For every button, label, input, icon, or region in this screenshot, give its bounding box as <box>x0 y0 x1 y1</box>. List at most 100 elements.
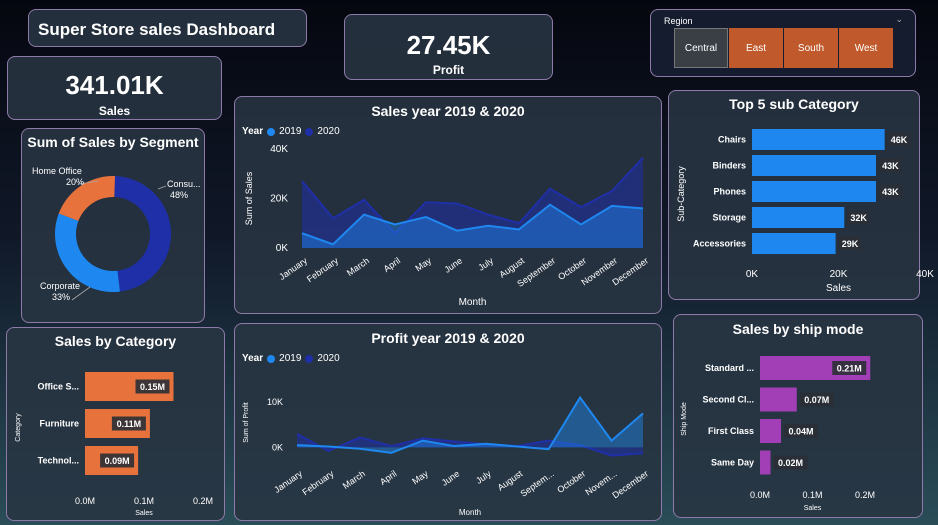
shipmode-category-label: Same Day <box>711 458 754 468</box>
shipmode-bar-3 <box>760 450 771 475</box>
segment-label-pct-0: 48% <box>170 190 188 200</box>
subcat-bar-1 <box>752 155 876 176</box>
profit-year-xtick: April <box>378 468 398 487</box>
shipmode-card: Sales by ship mode Standard ... 0.21M Seco… <box>673 314 923 518</box>
subcat-data-label: 43K <box>882 161 899 171</box>
shipmode-data-label: 0.02M <box>778 458 803 468</box>
shipmode-xtick: 0.0M <box>750 490 770 500</box>
sales-year-xtick: July <box>476 255 495 273</box>
category-xtick: 0.2M <box>193 496 213 506</box>
profit-year-chart: 0K 10K JanuaryFebruary March April May June Jul… <box>243 395 650 517</box>
category-xtick: 0.1M <box>134 496 154 506</box>
profit-year-xtick: March <box>341 468 367 491</box>
profit-year-xtick: July <box>474 468 493 486</box>
category-data-label: 0.09M <box>105 456 130 466</box>
sales-year-chart: 0K 20K 40K JanuaryFebruary March April May June… <box>244 144 650 308</box>
sales-year-ytick: 40K <box>270 144 288 155</box>
category-category-label: Furniture <box>40 419 80 429</box>
subcat-bar-chart: Chairs 46K Binders 43K Phones 43K Storage 32K Ac… <box>676 129 934 294</box>
profit-year-xtick: February <box>300 468 336 497</box>
subcat-category-label: Binders <box>712 161 746 171</box>
kpi-sales-label: Sales <box>98 104 131 118</box>
subcat-xlabel: Sales <box>826 283 851 294</box>
subcat-category-label: Storage <box>712 213 746 223</box>
segment-label-pct-1: 33% <box>52 292 70 302</box>
subcat-bar-4 <box>752 233 836 254</box>
sales-year-xtick: June <box>442 255 464 274</box>
category-category-label: Technol... <box>38 456 79 466</box>
region-option-south[interactable]: South <box>784 28 838 68</box>
subcat-data-label: 29K <box>842 239 859 249</box>
kpi-sales-card: 341.01K Sales <box>7 56 222 120</box>
subcat-bar-0 <box>752 129 885 150</box>
sales-year-xtick: January <box>277 255 309 282</box>
region-option-west[interactable]: West <box>839 28 893 68</box>
shipmode-data-label: 0.21M <box>837 364 862 374</box>
shipmode-bar-1 <box>760 387 797 412</box>
sales-year-xtick: March <box>345 255 371 278</box>
region-option-central[interactable]: Central <box>674 28 728 68</box>
subcat-category-label: Chairs <box>718 135 746 145</box>
category-xtick: 0.0M <box>75 496 95 506</box>
dashboard-title: Super Store sales Dashboard <box>38 20 276 39</box>
shipmode-bar-2 <box>760 419 781 443</box>
profit-year-xtick: January <box>272 468 304 495</box>
sales-year-card: Sales year 2019 & 2020 Year 2019 2020 0K… <box>234 96 662 314</box>
category-data-label: 0.11M <box>117 419 142 429</box>
kpi-profit-card: 27.45K Profit <box>344 14 553 80</box>
profit-year-ytick: 10K <box>267 397 283 407</box>
subcat-xtick: 0K <box>746 269 759 280</box>
sales-year-ylabel: Sum of Sales <box>244 171 254 225</box>
shipmode-category-label: First Class <box>708 426 754 436</box>
sales-year-ytick: 0K <box>276 243 289 254</box>
segment-label-name-2: Home Office <box>32 166 82 176</box>
subcat-category-label: Accessories <box>693 239 746 249</box>
kpi-profit-label: Profit <box>432 63 465 77</box>
profit-year-xtick: June <box>440 468 462 487</box>
shipmode-ylabel: Ship Mode <box>681 402 688 436</box>
category-category-label: Office S... <box>37 382 79 392</box>
shipmode-category-label: Second Cl... <box>702 395 754 405</box>
shipmode-xlabel: Sales <box>804 505 822 512</box>
subcat-bar-2 <box>752 181 876 202</box>
region-option-east[interactable]: East <box>729 28 783 68</box>
subcat-ylabel: Sub-Category <box>676 166 686 222</box>
kpi-profit-value: 27.45K <box>406 30 491 60</box>
profit-year-xtick: May <box>410 468 430 486</box>
subcat-data-label: 43K <box>882 187 899 197</box>
subcat-category-label: Phones <box>713 187 746 197</box>
shipmode-data-label: 0.04M <box>788 427 813 437</box>
kpi-sales-value: 341.01K <box>65 70 164 100</box>
category-data-label: 0.15M <box>140 382 165 392</box>
subcat-bar-3 <box>752 207 845 228</box>
segment-slice-0 <box>114 176 172 292</box>
subcat-card: Top 5 sub Category Chairs 46K Binders 43K Ph… <box>668 90 934 300</box>
category-ylabel: Category <box>15 413 22 442</box>
profit-year-xtick: October <box>555 468 587 495</box>
sales-year-xlabel: Month <box>459 297 487 308</box>
subcat-data-label: 32K <box>850 213 867 223</box>
profit-year-xlabel: Month <box>459 508 481 517</box>
profit-year-ytick: 0K <box>272 442 283 452</box>
shipmode-bar-chart: Standard ... 0.21M Second Cl... 0.07M First … <box>681 356 875 512</box>
region-label: Region <box>664 16 693 26</box>
category-xlabel: Sales <box>135 510 153 517</box>
sales-year-xtick: May <box>413 255 433 273</box>
dashboard-title-card: Super Store sales Dashboard <box>28 9 307 47</box>
segment-label-name-1: Corporate <box>40 281 80 291</box>
segment-leader-0 <box>157 185 167 190</box>
sales-year-xtick: April <box>382 255 402 274</box>
profit-year-ylabel: Sum of Profit <box>243 402 250 443</box>
category-bar-chart: Office S... 0.15M Furniture 0.11M Technol...… <box>15 372 213 517</box>
sales-year-ytick: 20K <box>270 194 288 205</box>
shipmode-category-label: Standard ... <box>705 363 754 373</box>
profit-year-card: Profit year 2019 & 2020 Year 2019 2020 0… <box>234 323 662 521</box>
sales-year-xtick: February <box>305 255 341 284</box>
shipmode-xtick: 0.1M <box>802 490 822 500</box>
subcat-data-label: 46K <box>891 135 908 145</box>
segment-label-pct-2: 20% <box>66 177 84 187</box>
segment-donut-chart: Consu...48% Corporate33% Home Office20% <box>32 166 201 302</box>
subcat-xtick: 40K <box>916 269 934 280</box>
chevron-down-icon[interactable]: ⌄ <box>895 14 903 25</box>
region-slicer: Region ⌄ Central East South West <box>650 9 916 77</box>
